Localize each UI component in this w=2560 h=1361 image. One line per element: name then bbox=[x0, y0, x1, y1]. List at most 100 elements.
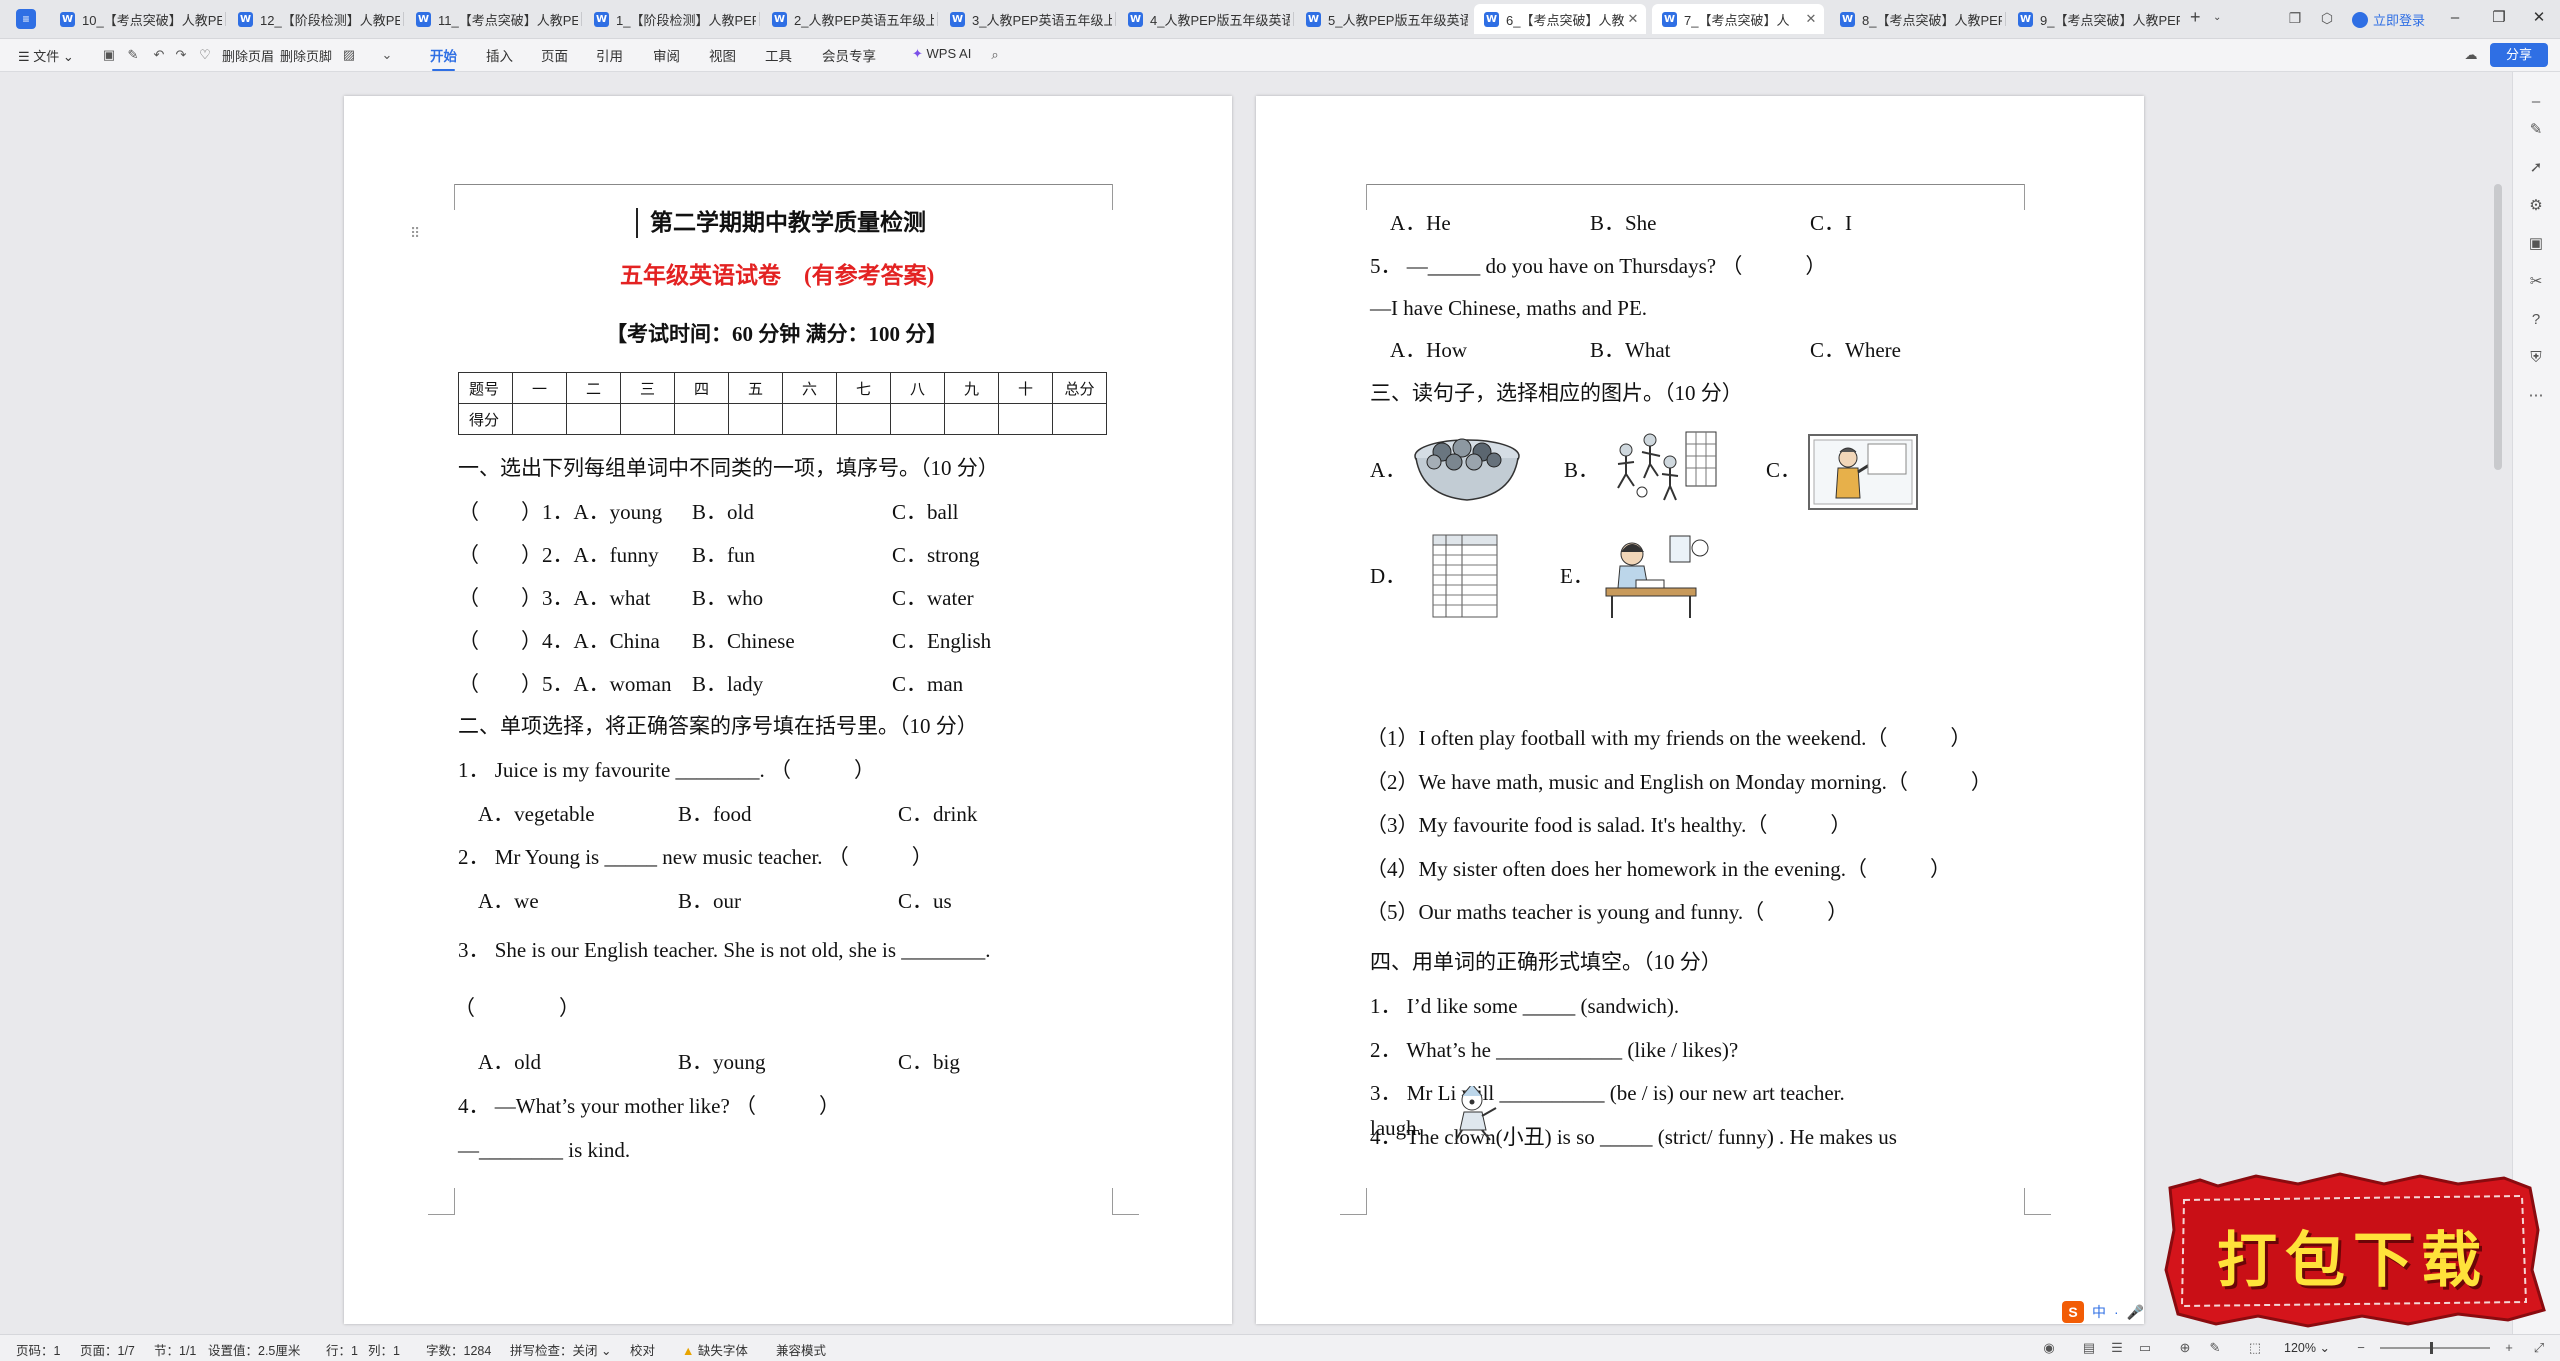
close-tab-icon[interactable]: ✕ bbox=[1624, 11, 1642, 27]
status-setting[interactable]: 设置值：2.5厘米 bbox=[208, 1340, 300, 1359]
wps-home-icon[interactable]: ≡ bbox=[16, 9, 36, 29]
document-tab[interactable]: W 8_【考点突破】人教PEP bbox=[1830, 4, 2002, 34]
document-page-1[interactable]: ⠿ 第二学期期中教学质量检测 五年级英语试卷 (有参考答案) 【考试时间：60 … bbox=[344, 96, 1232, 1324]
delete-header-button[interactable]: 删除页眉 bbox=[222, 46, 274, 65]
score-table-score-cell[interactable] bbox=[728, 403, 783, 435]
file-menu[interactable]: ☰ 文件 ⌄ bbox=[18, 46, 74, 65]
read-view-icon[interactable]: ▭ bbox=[2136, 1339, 2154, 1357]
document-workspace[interactable]: ⠿ 第二学期期中教学质量检测 五年级英语试卷 (有参考答案) 【考试时间：60 … bbox=[0, 72, 2512, 1334]
search-icon[interactable]: ⌕ bbox=[986, 46, 1004, 64]
tab-review[interactable]: 审阅 bbox=[653, 45, 680, 65]
document-page-2[interactable]: A．He B．She C．I 5． —_____ do you have on … bbox=[1256, 96, 2144, 1324]
status-pages[interactable]: 页面：1/7 bbox=[80, 1340, 135, 1359]
document-tab[interactable]: W 4_人教PEP版五年级英语 bbox=[1118, 4, 1290, 34]
document-tab[interactable]: W 5_人教PEP版五年级英语 bbox=[1296, 4, 1468, 34]
document-tab-label: 1_【阶段检测】人教PEP bbox=[616, 12, 756, 28]
zoom-in-icon[interactable]: + bbox=[2500, 1339, 2518, 1357]
more-options-icon[interactable]: ⋯ bbox=[2526, 386, 2546, 406]
help-icon[interactable]: ? bbox=[2526, 310, 2546, 330]
cube-icon[interactable]: ⬡ bbox=[2318, 9, 2336, 27]
image-tool-icon[interactable]: ▨ bbox=[340, 46, 358, 64]
zoom-level[interactable]: 120% ⌄ bbox=[2284, 1340, 2330, 1355]
score-table-score-cell[interactable] bbox=[944, 403, 999, 435]
document-tab[interactable]: W 10_【考点突破】人教PEP bbox=[50, 4, 222, 34]
zoom-slider[interactable] bbox=[2380, 1347, 2490, 1349]
status-missing-font[interactable]: ▲ 缺失字体 bbox=[682, 1340, 748, 1359]
ime-mode-label[interactable]: 中 bbox=[2092, 1302, 2106, 1322]
tab-view[interactable]: 视图 bbox=[709, 45, 736, 65]
score-table-score-cell[interactable] bbox=[782, 403, 837, 435]
write-mode-icon[interactable]: ✎ bbox=[2206, 1339, 2224, 1357]
eye-protect-icon[interactable]: ◉ bbox=[2040, 1339, 2058, 1357]
web-view-icon[interactable]: ⊕ bbox=[2176, 1339, 2194, 1357]
page-view-icon[interactable]: ▤ bbox=[2080, 1339, 2098, 1357]
zoom-slider-thumb[interactable] bbox=[2430, 1342, 2433, 1354]
tab-membership[interactable]: 会员专享 bbox=[822, 45, 876, 65]
teacher-picture bbox=[1808, 434, 1918, 510]
tab-insert[interactable]: 插入 bbox=[486, 45, 513, 65]
more-chevron-icon[interactable]: ⌄ bbox=[378, 46, 396, 64]
ime-punct-icon[interactable]: · bbox=[2114, 1304, 2119, 1320]
word-doc-icon: W bbox=[594, 11, 609, 27]
wps-ai-button[interactable]: ✦ WPS AI bbox=[912, 46, 971, 62]
edit-pen-icon[interactable]: ✎ bbox=[2526, 120, 2546, 140]
document-tab[interactable]: W 3_人教PEP英语五年级上 bbox=[940, 4, 1112, 34]
tab-references[interactable]: 引用 bbox=[596, 45, 623, 65]
share-button[interactable]: 分享 bbox=[2490, 43, 2548, 67]
score-table-score-cell[interactable] bbox=[890, 403, 945, 435]
format-painter-icon[interactable]: ✎ bbox=[124, 46, 142, 64]
document-tab[interactable]: W 2_人教PEP英语五年级上 bbox=[762, 4, 934, 34]
outline-view-icon[interactable]: ☰ bbox=[2108, 1339, 2126, 1357]
collapse-icon[interactable]: – bbox=[2526, 92, 2546, 112]
document-tab[interactable]: W 9_【考点突破】人教PEP bbox=[2008, 4, 2180, 34]
document-tab[interactable]: W 12_【阶段检测】人教PEP bbox=[228, 4, 400, 34]
vertical-scrollbar[interactable] bbox=[2494, 184, 2502, 470]
new-tab-icon[interactable]: + bbox=[2190, 7, 2201, 28]
score-table-score-cell[interactable] bbox=[674, 403, 729, 435]
adjust-sliders-icon[interactable]: ⚙ bbox=[2526, 196, 2546, 216]
drag-handle-icon[interactable]: ⠿ bbox=[410, 226, 420, 242]
tab-list-chevron-icon[interactable]: ⌄ bbox=[2213, 12, 2221, 23]
microphone-icon[interactable]: 🎤 bbox=[2127, 1304, 2144, 1321]
fullscreen-icon[interactable]: ⤢ bbox=[2530, 1339, 2548, 1357]
score-table-score-cell[interactable] bbox=[1052, 403, 1107, 435]
ime-toolbar[interactable]: S 中 · 🎤 bbox=[2062, 1300, 2144, 1324]
document-tab[interactable]: W 7_【考点突破】人 ✕ bbox=[1652, 4, 1824, 34]
minimize-window-icon[interactable]: – bbox=[2444, 8, 2466, 28]
tab-page[interactable]: 页面 bbox=[541, 45, 568, 65]
redo-icon[interactable]: ↷ bbox=[172, 46, 190, 64]
question-2-option-b: B．our bbox=[678, 889, 741, 913]
score-table-score-cell[interactable] bbox=[998, 403, 1053, 435]
status-word-count[interactable]: 字数：1284 bbox=[426, 1340, 491, 1359]
delete-footer-button[interactable]: 删除页脚 bbox=[280, 46, 332, 65]
score-table-score-cell[interactable] bbox=[566, 403, 621, 435]
sogou-ime-icon[interactable]: S bbox=[2062, 1301, 2084, 1323]
window-layout-icon[interactable]: ❐ bbox=[2286, 9, 2304, 27]
close-tab-icon[interactable]: ✕ bbox=[1802, 11, 1820, 27]
score-table-score-cell[interactable] bbox=[620, 403, 675, 435]
download-banner[interactable]: 打包下载 bbox=[2158, 1170, 2548, 1328]
status-spell-check[interactable]: 拼写检查：关闭 ⌄ bbox=[510, 1340, 611, 1359]
status-proofread[interactable]: 校对 bbox=[630, 1340, 655, 1359]
select-cursor-icon[interactable]: ➚ bbox=[2526, 158, 2546, 178]
status-page[interactable]: 页码：1 bbox=[16, 1340, 60, 1359]
score-table-score-cell[interactable] bbox=[512, 403, 567, 435]
fit-page-icon[interactable]: ⬚ bbox=[2246, 1339, 2264, 1357]
undo-icon[interactable]: ↶ bbox=[150, 46, 168, 64]
cloud-sync-icon[interactable]: ☁ bbox=[2462, 46, 2480, 64]
restore-window-icon[interactable]: ❐ bbox=[2488, 8, 2510, 28]
tab-tools[interactable]: 工具 bbox=[765, 45, 792, 65]
tools-icon[interactable]: ✂ bbox=[2526, 272, 2546, 292]
shield-icon[interactable]: ⛨ bbox=[2526, 348, 2546, 368]
close-window-icon[interactable]: ✕ bbox=[2528, 8, 2550, 28]
document-tab[interactable]: W 11_【考点突破】人教PEP bbox=[406, 4, 578, 34]
zoom-out-icon[interactable]: − bbox=[2352, 1339, 2370, 1357]
tab-home[interactable]: 开始 bbox=[430, 45, 457, 71]
clear-icon[interactable]: ♡ bbox=[196, 46, 214, 64]
image-edit-icon[interactable]: ▣ bbox=[2526, 234, 2546, 254]
document-tab[interactable]: W 1_【阶段检测】人教PEP bbox=[584, 4, 756, 34]
document-tab[interactable]: W 6_【考点突破】人教P ✕ bbox=[1474, 4, 1646, 34]
score-table-score-cell[interactable] bbox=[836, 403, 891, 435]
save-icon[interactable]: ▣ bbox=[100, 46, 118, 64]
login-button[interactable]: 立即登录 bbox=[2352, 10, 2425, 29]
